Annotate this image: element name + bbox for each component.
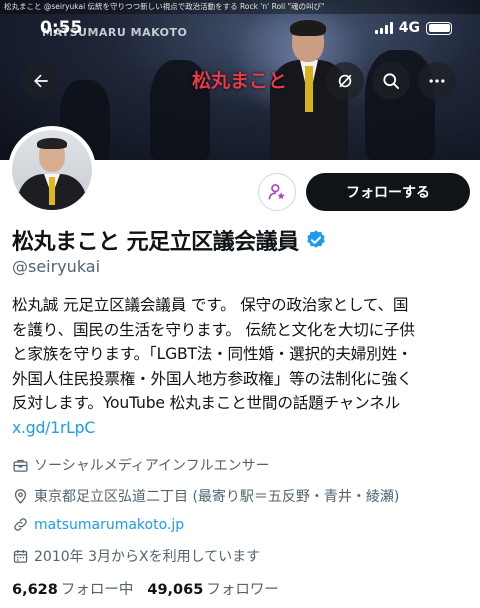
- briefcase-icon: [13, 459, 28, 472]
- status-indicators: 4G: [374, 20, 452, 36]
- followers-link[interactable]: 49,065 フォロワー: [147, 578, 278, 599]
- avatar[interactable]: [8, 126, 96, 214]
- followers-label: フォロワー: [206, 582, 279, 598]
- more-button[interactable]: [418, 62, 456, 100]
- website-link[interactable]: matsumarumakoto.jp: [34, 517, 184, 533]
- follow-button[interactable]: フォローする: [306, 173, 470, 211]
- following-count: 6,628: [12, 582, 58, 598]
- battery-icon: [426, 21, 452, 35]
- joined-text: 2010年 3月からXを利用しています: [34, 549, 261, 565]
- network-type: 4G: [398, 20, 420, 36]
- banner-title: 松丸まこと: [192, 70, 288, 92]
- verified-badge-icon[interactable]: [305, 229, 327, 251]
- back-button[interactable]: [22, 62, 60, 100]
- signal-icon: [374, 22, 393, 34]
- follow-stats: 6,628 フォロー中 49,065 フォロワー: [12, 578, 279, 599]
- status-time: 0:55: [40, 18, 83, 38]
- following-link[interactable]: 6,628 フォロー中: [12, 578, 133, 599]
- bio-line: 外国人住民投票権・外国人地方参政権」等の法制化に強く: [12, 369, 413, 388]
- following-label: フォロー中: [60, 582, 134, 598]
- location-pin-icon: [14, 488, 27, 504]
- location-text: 東京都足立区弘道二丁目 (最寄り駅＝五反野・青井・綾瀬): [34, 489, 400, 505]
- bio-line: を護り、国民の生活を守ります。 伝統と文化を大切に子供: [12, 320, 415, 339]
- subscribe-button[interactable]: [258, 173, 296, 211]
- search-icon: [383, 73, 399, 90]
- search-button[interactable]: [372, 62, 410, 100]
- caption-bar: 松丸まこと @seiryukai 伝統を守りつつ新しい視点で政治活動をする Ro…: [0, 0, 480, 14]
- calendar-icon: [13, 549, 28, 563]
- bio-link[interactable]: x.gd/1rLpC: [12, 416, 474, 441]
- website-row: matsumarumakoto.jp: [12, 516, 184, 533]
- bio-line: 反対します。YouTube 松丸まこと世間の話題チャンネル: [12, 394, 401, 412]
- bio: 松丸誠 元足立区議会議員 です。 保守の政治家として、国 を護り、国民の生活を守…: [12, 293, 474, 440]
- link-icon: [14, 518, 27, 531]
- subscribe-star-person-icon: [268, 184, 285, 200]
- bio-line: と家族を守ります。「LGBT法・同性婚・選択的夫婦別姓・: [12, 345, 413, 363]
- category-text: ソーシャルメディアインフルエンサー: [34, 458, 270, 474]
- grok-button[interactable]: [326, 62, 364, 100]
- user-handle: @seiryukai: [12, 257, 101, 276]
- profile-name-row: 松丸まこと 元足立区議会議員: [12, 224, 327, 256]
- location-row: 東京都足立区弘道二丁目 (最寄り駅＝五反野・青井・綾瀬): [12, 486, 399, 506]
- category-row: ソーシャルメディアインフルエンサー: [12, 455, 270, 475]
- back-arrow-icon: [34, 74, 48, 88]
- followers-count: 49,065: [147, 582, 204, 598]
- display-name: 松丸まこと 元足立区議会議員: [12, 230, 299, 255]
- grok-icon: [338, 74, 352, 88]
- bio-line: 松丸誠 元足立区議会議員 です。 保守の政治家として、国: [12, 296, 409, 314]
- joined-row: 2010年 3月からXを利用しています: [12, 546, 260, 566]
- more-icon: [429, 79, 445, 83]
